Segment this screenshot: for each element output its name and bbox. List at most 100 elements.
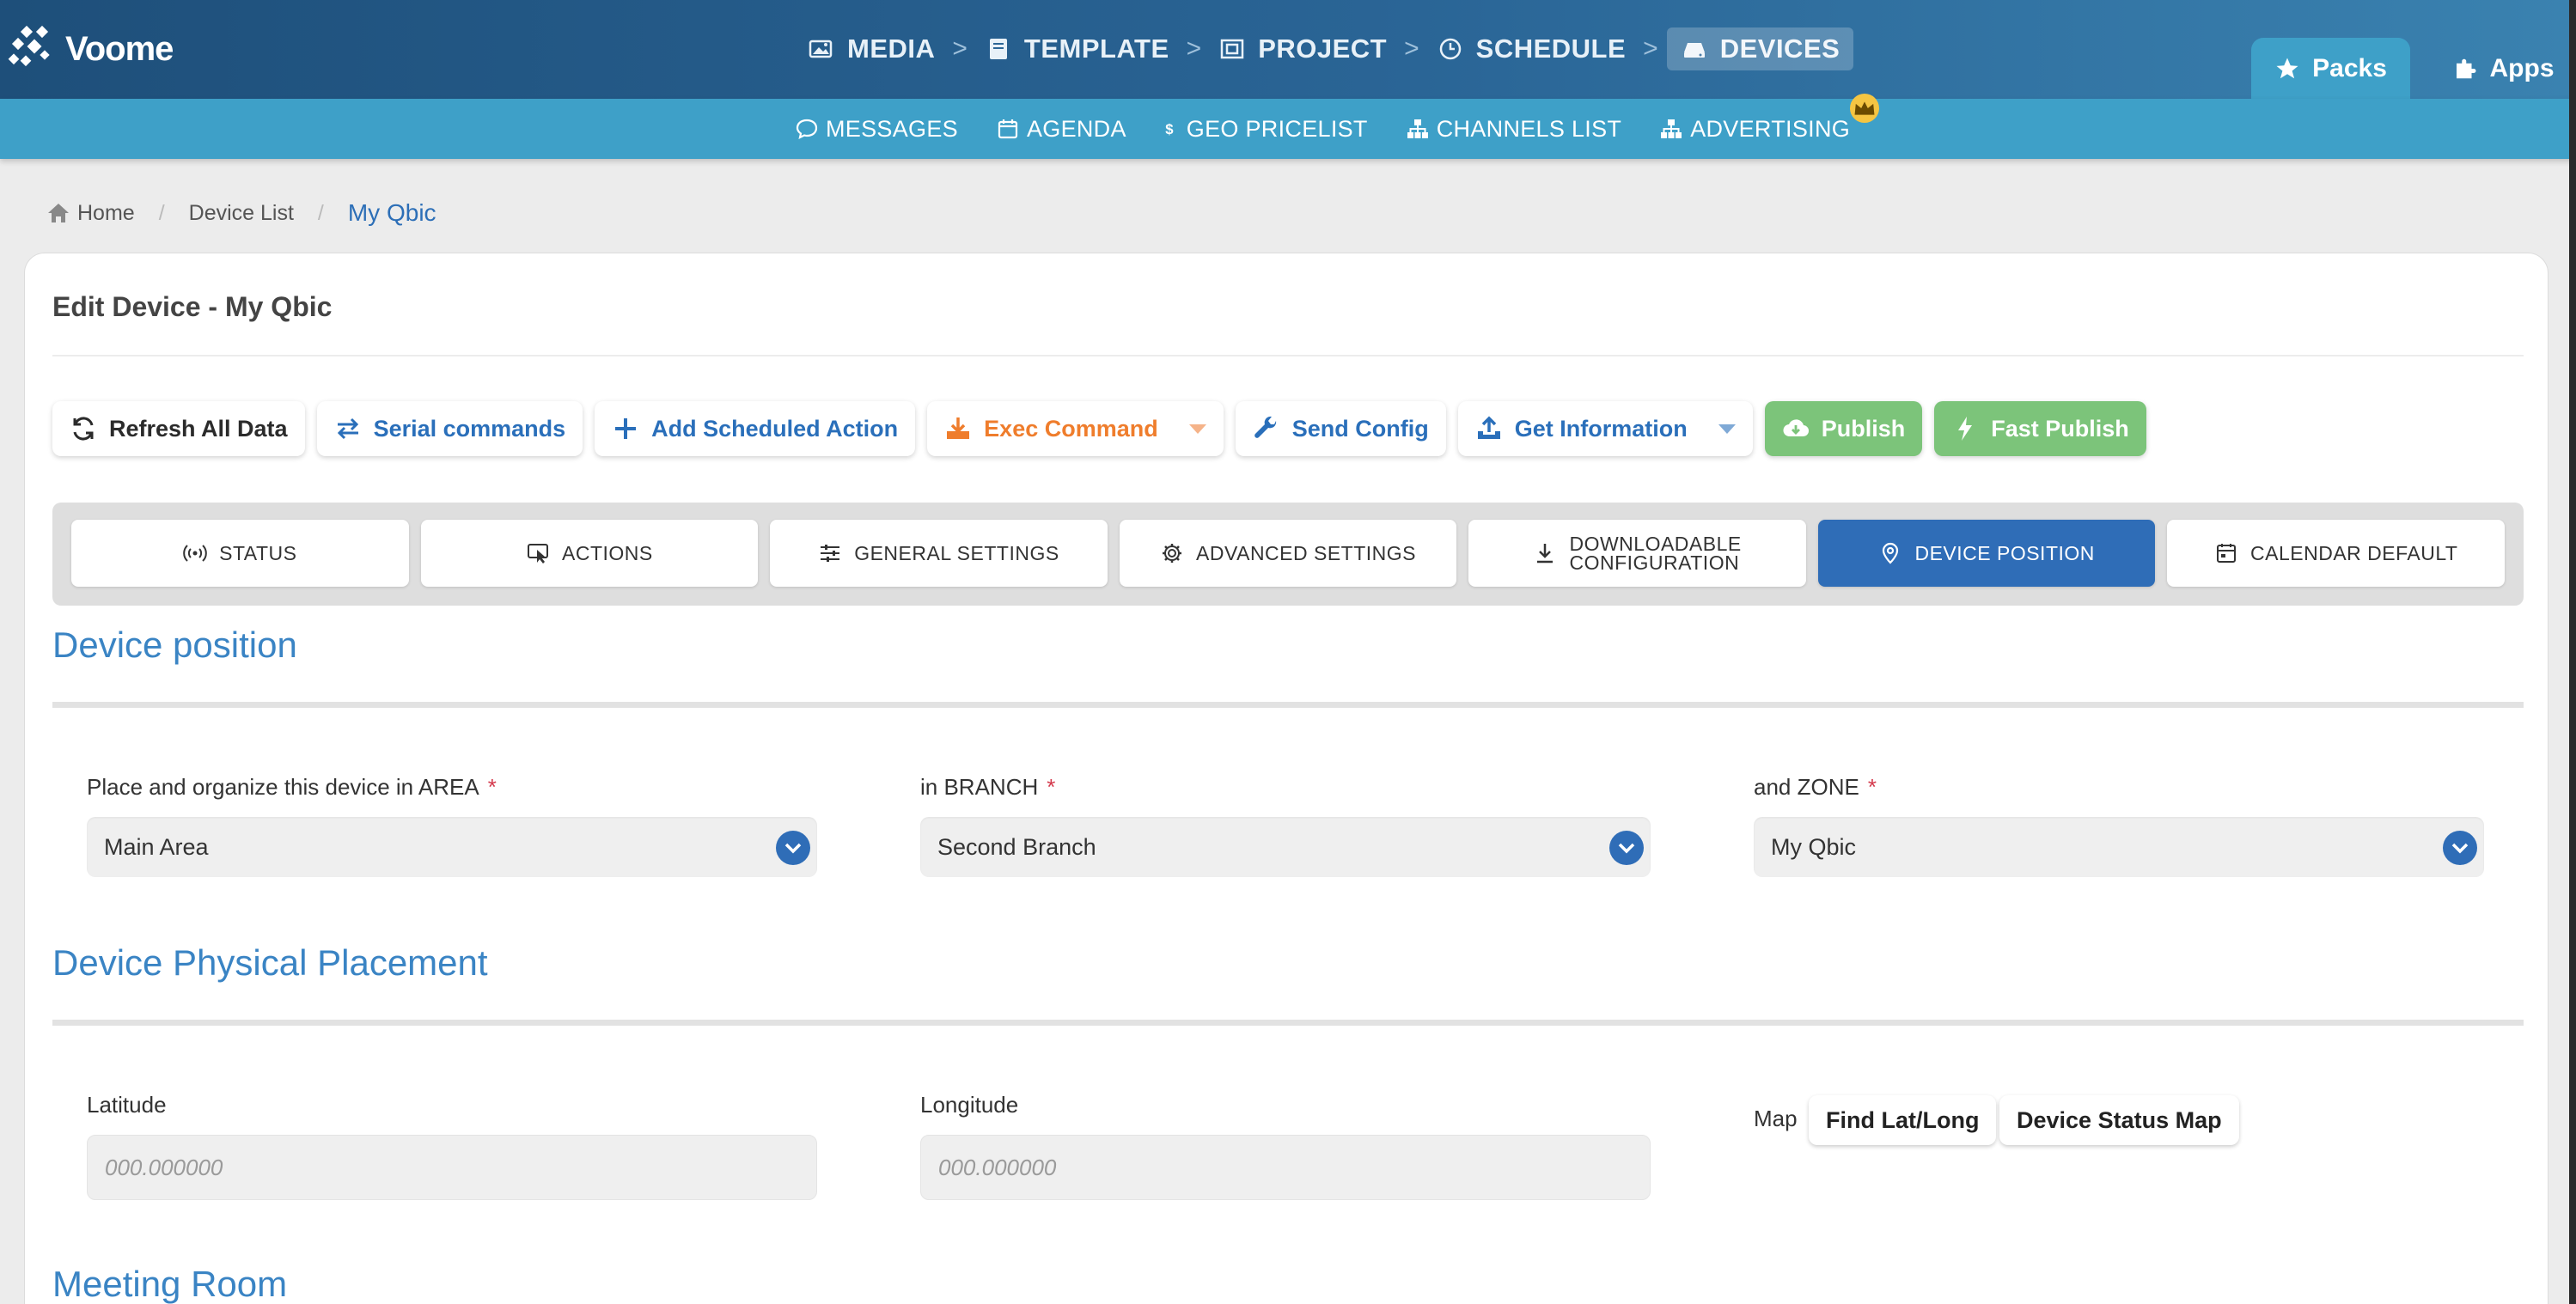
zone-select[interactable]: My Qbic (1754, 817, 2484, 877)
nav-separator: > (1643, 34, 1658, 63)
chevron-down-icon[interactable] (2443, 831, 2477, 865)
chevron-down-icon[interactable] (1718, 423, 1736, 434)
nav-template[interactable]: TEMPLATE (976, 27, 1178, 70)
tab-device-position[interactable]: DEVICE POSITION (1817, 520, 2156, 587)
bolt-icon (1958, 417, 1973, 441)
apps-tab[interactable]: Apps (2430, 38, 2576, 99)
publish-button[interactable]: Publish (1764, 401, 1923, 456)
required-mark: * (487, 774, 497, 800)
divider (52, 355, 2524, 356)
exec-command-label: Exec Command (984, 415, 1158, 442)
top-navbar: Voome MEDIA > TEMPLATE > PROJECT > SCHED… (0, 0, 2576, 99)
branch-select[interactable]: Second Branch (920, 817, 1651, 877)
nav-schedule-label: SCHEDULE (1475, 34, 1627, 64)
subnav-messages-label: MESSAGES (826, 115, 958, 142)
tab-advanced-settings-label: ADVANCED SETTINGS (1196, 541, 1417, 564)
add-scheduled-action-button[interactable]: Add Scheduled Action (595, 401, 916, 456)
image-icon (809, 40, 833, 58)
send-config-button[interactable]: Send Config (1235, 401, 1446, 456)
packs-tab[interactable]: Packs (2251, 38, 2410, 99)
nav-media[interactable]: MEDIA (799, 27, 943, 70)
serial-commands-button[interactable]: Serial commands (316, 401, 583, 456)
tab-downloadable-configuration[interactable]: DOWNLOADABLE CONFIGURATION (1468, 520, 1806, 587)
get-information-button[interactable]: Get Information (1457, 401, 1753, 456)
puzzle-icon (2456, 58, 2475, 78)
subnav-messages[interactable]: MESSAGES (795, 116, 958, 143)
nav-separator: > (952, 34, 968, 63)
tab-status[interactable]: STATUS (71, 520, 409, 587)
tab-downloadable-configuration-label: DOWNLOADABLE CONFIGURATION (1569, 534, 1741, 574)
brand-logo[interactable]: Voome (7, 19, 174, 79)
tab-calendar-default-label: CALENDAR DEFAULT (2250, 541, 2458, 564)
branch-label-text: in BRANCH (920, 774, 1039, 800)
nav-template-label: TEMPLATE (1023, 34, 1169, 64)
breadcrumb: Home / Device List / My Qbic (46, 199, 436, 227)
nav-devices[interactable]: DEVICES (1666, 27, 1854, 70)
tab-status-label: STATUS (219, 541, 297, 564)
download-icon (1537, 544, 1554, 564)
calendar-icon (998, 119, 1018, 139)
area-select[interactable]: Main Area (87, 817, 817, 877)
section-title-device-position: Device position (52, 625, 297, 665)
cloud-download-icon (1783, 419, 1809, 437)
chat-icon (796, 119, 818, 140)
latitude-input[interactable] (87, 1135, 817, 1200)
plus-icon (615, 418, 637, 439)
exec-command-button[interactable]: Exec Command (927, 401, 1224, 456)
longitude-input[interactable] (920, 1135, 1651, 1200)
section-title-meeting-room: Meeting Room (52, 1264, 288, 1304)
subnav-channels-list[interactable]: CHANNELS LIST (1406, 116, 1621, 143)
voome-logo-icon (8, 25, 50, 67)
tab-downloadable-line2: CONFIGURATION (1569, 551, 1740, 574)
get-information-label: Get Information (1514, 415, 1688, 442)
subnav-agenda-label: AGENDA (1026, 115, 1126, 142)
breadcrumb-device-list[interactable]: Device List (189, 201, 294, 226)
breadcrumb-separator: / (317, 200, 324, 225)
crown-icon (1850, 93, 1880, 123)
subnav-advertising[interactable]: ADVERTISING (1659, 93, 1880, 143)
devices-icon (1683, 43, 1705, 58)
exchange-icon (337, 417, 358, 440)
refresh-all-data-button[interactable]: Refresh All Data (52, 401, 305, 456)
subnav-channels-list-label: CHANNELS LIST (1436, 115, 1622, 142)
tab-actions[interactable]: ACTIONS (420, 520, 759, 587)
nav-devices-label: DEVICES (1719, 34, 1840, 64)
device-tabs: STATUS ACTIONS GENERAL SETTINGS ADVANCED… (52, 503, 2524, 606)
subnav-advertising-label: ADVERTISING (1690, 115, 1851, 142)
tab-calendar-default[interactable]: CALENDAR DEFAULT (2167, 520, 2506, 587)
subnav-agenda[interactable]: AGENDA (996, 116, 1126, 143)
zone-label: and ZONE * (1754, 774, 1877, 801)
tab-advanced-settings[interactable]: ADVANCED SETTINGS (1119, 520, 1457, 587)
find-lat-long-button[interactable]: Find Lat/Long (1809, 1095, 1997, 1145)
refresh-icon (73, 417, 94, 441)
subnav-geo-pricelist[interactable]: $ GEO PRICELIST (1164, 116, 1368, 143)
sitemap-icon (1661, 119, 1682, 138)
zone-select-value: My Qbic (1771, 833, 1857, 860)
section-divider (52, 702, 2524, 708)
chevron-down-icon[interactable] (1188, 423, 1206, 434)
upload-tray-icon (1477, 416, 1500, 439)
chevron-down-icon[interactable] (776, 831, 810, 865)
nav-separator: > (1404, 34, 1419, 63)
packs-label: Packs (2312, 53, 2387, 82)
download-tray-icon (947, 417, 970, 439)
device-status-map-button[interactable]: Device Status Map (1999, 1095, 2239, 1145)
breadcrumb-home[interactable]: Home (46, 201, 135, 226)
area-select-value: Main Area (104, 833, 209, 860)
nav-schedule[interactable]: SCHEDULE (1428, 27, 1635, 70)
section-title-physical-placement: Device Physical Placement (52, 942, 488, 983)
tab-general-settings-label: GENERAL SETTINGS (854, 541, 1059, 564)
nav-media-label: MEDIA (847, 34, 936, 64)
tab-actions-label: ACTIONS (562, 541, 653, 564)
fast-publish-label: Fast Publish (1991, 415, 2129, 442)
fast-publish-button[interactable]: Fast Publish (1934, 401, 2146, 456)
tab-general-settings[interactable]: GENERAL SETTINGS (770, 520, 1108, 587)
chevron-down-icon[interactable] (1609, 831, 1644, 865)
publish-label: Publish (1821, 415, 1906, 442)
edit-device-card: Edit Device - My Qbic Refresh All Data S… (24, 253, 2549, 1304)
nav-project[interactable]: PROJECT (1210, 27, 1395, 70)
map-pin-icon (1883, 542, 1899, 564)
area-label-text: Place and organize this device in AREA (87, 774, 479, 800)
longitude-label: Longitude (920, 1092, 1019, 1118)
home-icon (48, 204, 69, 222)
